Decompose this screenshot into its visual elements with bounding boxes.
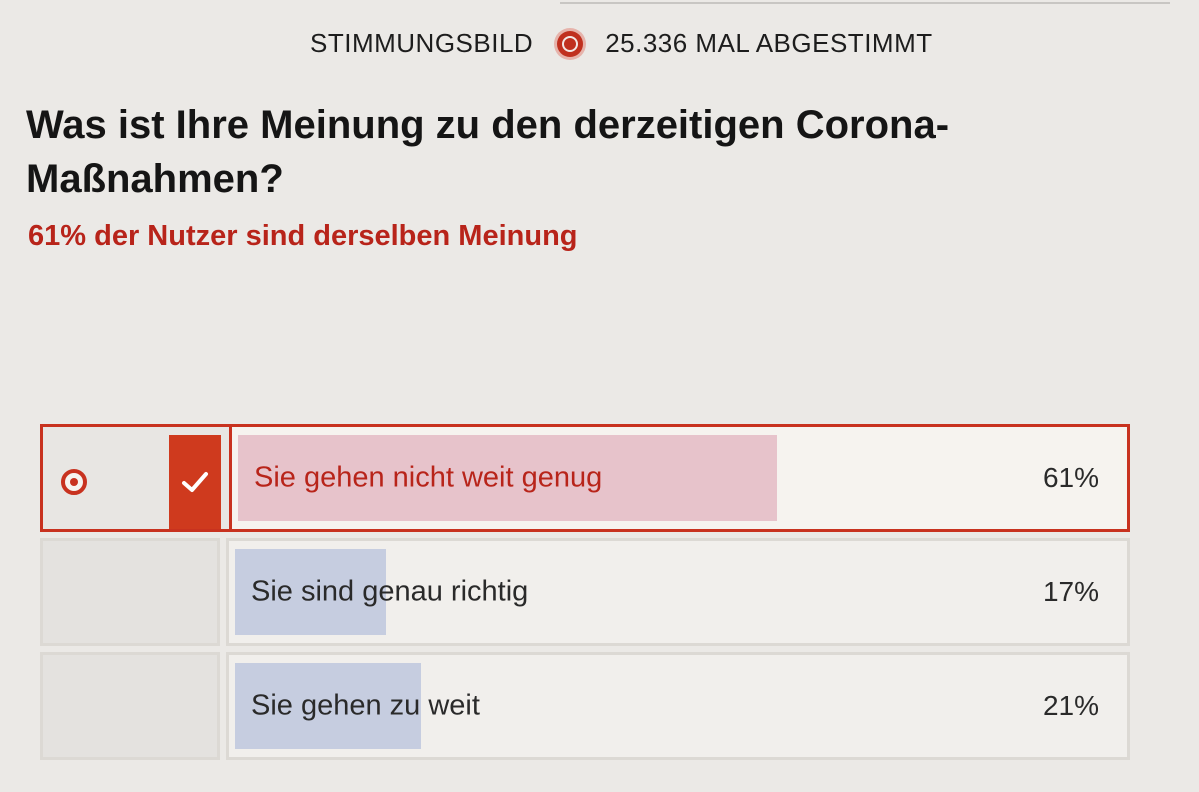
poll-header-label: STIMMUNGSBILD	[310, 28, 534, 58]
vote-count: 25.336 MAL ABGESTIMMT	[605, 28, 933, 58]
live-indicator-icon	[557, 30, 584, 57]
poll-question: Was ist Ihre Meinung zu den derzeitigen …	[26, 103, 950, 201]
option-percent: 17%	[1042, 576, 1099, 607]
option-label: Sie gehen nicht weit genug	[254, 461, 603, 494]
radio-selected-icon[interactable]	[61, 469, 87, 495]
poll-options: Sie gehen nicht weit genug 61% Sie sind …	[40, 424, 1130, 766]
option-selector-cell[interactable]	[40, 538, 220, 646]
poll-option-2[interactable]: Sie sind genau richtig 17%	[40, 538, 1130, 646]
top-divider	[560, 2, 1170, 4]
option-label: Sie sind genau richtig	[251, 575, 529, 608]
option-selector-cell[interactable]	[43, 427, 229, 529]
option-percent: 21%	[1042, 690, 1099, 721]
poll-summary: 61% der Nutzer sind derselben Meinung	[28, 220, 578, 252]
option-result-cell[interactable]: Sie gehen zu weit 21%	[226, 652, 1130, 760]
poll-header: STIMMUNGSBILD 25.336 MAL ABGESTIMMT	[310, 28, 933, 59]
option-selector-cell[interactable]	[40, 652, 220, 760]
poll-option-1[interactable]: Sie gehen nicht weit genug 61%	[40, 424, 1130, 532]
poll-option-3[interactable]: Sie gehen zu weit 21%	[40, 652, 1130, 760]
option-percent: 61%	[1042, 462, 1099, 493]
option-result-cell[interactable]: Sie sind genau richtig 17%	[226, 538, 1130, 646]
option-result-cell[interactable]: Sie gehen nicht weit genug 61%	[229, 427, 1127, 529]
option-label: Sie gehen zu weit	[251, 689, 480, 722]
checkmark-icon	[169, 435, 221, 529]
